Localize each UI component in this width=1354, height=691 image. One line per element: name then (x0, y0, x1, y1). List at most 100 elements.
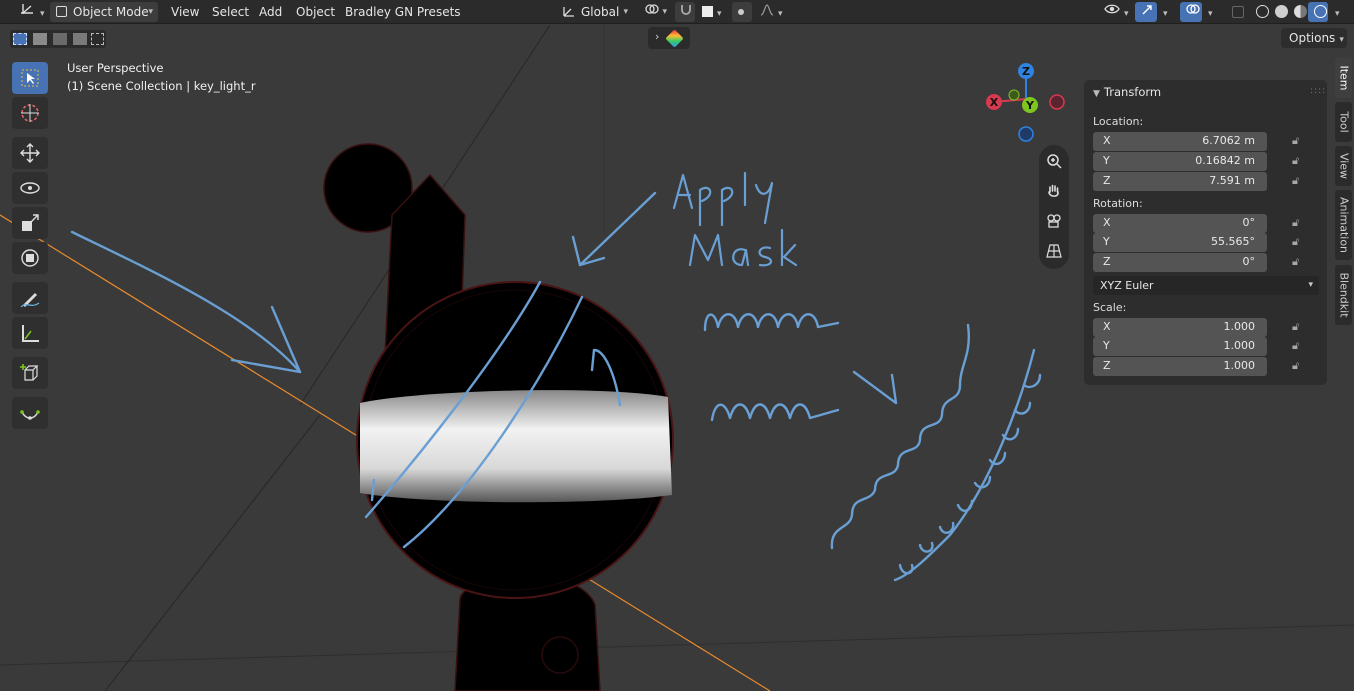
gizmo-arrows-icon (1142, 5, 1152, 15)
annotate-tool[interactable] (12, 282, 48, 314)
pivot-icon (645, 4, 659, 14)
3d-viewport[interactable]: User Perspective (1) Scene Collection | … (0, 25, 1354, 691)
curve-tool[interactable] (12, 397, 48, 429)
zoom-button[interactable] (1040, 147, 1068, 175)
menu-view[interactable]: View (165, 2, 205, 22)
lock-icon[interactable]: 🔓︎ (1292, 359, 1299, 373)
editor-type-button[interactable]: ▾ (14, 2, 51, 22)
annotation-arrowhead-mask (571, 235, 606, 267)
rotation-y-field[interactable]: Y 55.565° (1093, 233, 1267, 252)
tab-blendkit[interactable]: Blendkit (1335, 265, 1352, 325)
select-extend-icon[interactable] (33, 33, 47, 45)
rotate-tool[interactable] (12, 172, 48, 204)
lock-icon[interactable]: 🔓︎ (1292, 339, 1299, 353)
lock-icon[interactable]: 🔓︎ (1292, 255, 1299, 269)
tab-label: Item (1337, 65, 1350, 91)
menu-add[interactable]: Add (253, 2, 288, 22)
select-subtract-icon[interactable] (53, 33, 67, 45)
ortho-toggle-button[interactable] (1040, 237, 1068, 265)
annotation-check (852, 370, 898, 405)
field-value: 1.000 (1223, 339, 1256, 352)
axis-label: Z (1103, 359, 1111, 372)
rotation-z-field[interactable]: Z 0° (1093, 253, 1267, 272)
scale-z-field[interactable]: Z 1.000 (1093, 357, 1267, 376)
lock-icon[interactable]: 🔓︎ (1292, 134, 1299, 148)
select-invert-icon[interactable] (73, 33, 87, 45)
tab-item[interactable]: Item (1335, 58, 1352, 98)
orientation-icon (563, 7, 574, 17)
glyph-k (780, 228, 798, 267)
navigation-gizmo[interactable]: Z X Y (980, 59, 1080, 149)
glyph-A (672, 173, 694, 210)
select-box-tool[interactable] (12, 62, 48, 94)
field-value: 0° (1242, 255, 1256, 268)
transform-panel: ▼ Transform :::: Location: X 6.7062 m Y 0.1… (1084, 80, 1327, 385)
snap-target-dropdown[interactable]: ▾ (696, 2, 726, 22)
field-value: 0° (1242, 216, 1256, 229)
scale-y-field[interactable]: Y 1.000 (1093, 337, 1267, 356)
hand-icon (1048, 184, 1059, 197)
menu-select[interactable]: Select (206, 2, 255, 22)
transform-icon (21, 249, 39, 267)
shading-solid[interactable] (1269, 2, 1289, 22)
gizmo-neg-z-axis[interactable] (1018, 126, 1034, 142)
gizmo-z-label: Z (1022, 65, 1030, 78)
tab-view[interactable]: View (1335, 146, 1352, 186)
location-y-field[interactable]: Y 0.16842 m (1093, 152, 1267, 171)
transform-tool[interactable] (12, 242, 48, 274)
pivot-dropdown[interactable]: ▾ (638, 2, 670, 22)
xray-toggle[interactable] (1226, 2, 1246, 22)
lock-icon[interactable]: 🔓︎ (1292, 320, 1299, 334)
chevron-down-icon: ▼ (1093, 89, 1100, 99)
drag-handle-icon[interactable]: :::: (1310, 86, 1326, 96)
tab-animation[interactable]: Animation (1335, 190, 1352, 260)
shading-rendered[interactable] (1308, 2, 1328, 22)
camera-icon (1047, 214, 1061, 228)
camera-view-button[interactable] (1040, 207, 1068, 235)
overlays-toggle[interactable] (1180, 2, 1202, 22)
gizmo-dropdown[interactable]: ▾ (1157, 2, 1173, 22)
menu-bradley-gn-presets[interactable]: Bradley GN Presets (339, 2, 467, 22)
pan-button[interactable] (1040, 177, 1068, 205)
snap-toggle[interactable] (675, 2, 695, 22)
gizmo-neg-x-axis[interactable] (1049, 94, 1065, 110)
gizmo-toggle[interactable] (1135, 2, 1157, 22)
proportional-edit-toggle[interactable] (732, 2, 752, 22)
transform-panel-header[interactable]: ▼ Transform (1093, 85, 1161, 99)
gizmo-y-label: Y (1025, 99, 1035, 112)
gizmo-neg-y-axis[interactable] (1008, 89, 1020, 101)
grid-line (104, 414, 321, 691)
falloff-dropdown[interactable]: ▾ (754, 2, 784, 22)
scale-x-field[interactable]: X 1.000 (1093, 318, 1267, 337)
move-tool[interactable] (12, 137, 48, 169)
lock-icon[interactable]: 🔓︎ (1292, 235, 1299, 249)
shading-wireframe[interactable] (1250, 2, 1270, 22)
lock-icon[interactable]: 🔓︎ (1292, 216, 1299, 230)
menu-object[interactable]: Object (290, 2, 341, 22)
select-new-icon[interactable] (13, 33, 27, 45)
transform-orientation-dropdown[interactable]: Global ▾ (556, 2, 632, 22)
measure-tool[interactable] (12, 317, 48, 349)
rotation-x-field[interactable]: X 0° (1093, 214, 1267, 233)
overlays-dropdown[interactable]: ▾ (1202, 2, 1218, 22)
shading-dropdown[interactable]: ▾ (1329, 2, 1345, 22)
mode-dropdown[interactable]: Object Mode ▾ (50, 2, 158, 22)
glyph-s (758, 246, 773, 267)
tab-tool[interactable]: Tool (1335, 102, 1352, 142)
scale-tool[interactable] (12, 207, 48, 239)
lock-icon[interactable]: 🔓︎ (1292, 154, 1299, 168)
asset-shelf-toggle[interactable]: › (648, 27, 690, 49)
shading-material[interactable] (1288, 2, 1308, 22)
location-x-field[interactable]: X 6.7062 m (1093, 132, 1267, 151)
cursor-tool[interactable] (12, 97, 48, 129)
options-button[interactable]: Options ▾ (1281, 28, 1347, 48)
field-value: 7.591 m (1209, 174, 1255, 187)
rotation-mode-dropdown[interactable]: XYZ Euler ▾ (1093, 276, 1319, 295)
lock-icon[interactable]: 🔓︎ (1292, 174, 1299, 188)
annotation-arc (893, 348, 1036, 582)
add-cube-tool[interactable] (12, 357, 48, 389)
visibility-dropdown[interactable]: ▾ (1098, 2, 1132, 22)
chevron-right-icon: › (655, 30, 660, 43)
select-intersect-icon[interactable] (91, 33, 104, 45)
location-z-field[interactable]: Z 7.591 m (1093, 172, 1267, 191)
